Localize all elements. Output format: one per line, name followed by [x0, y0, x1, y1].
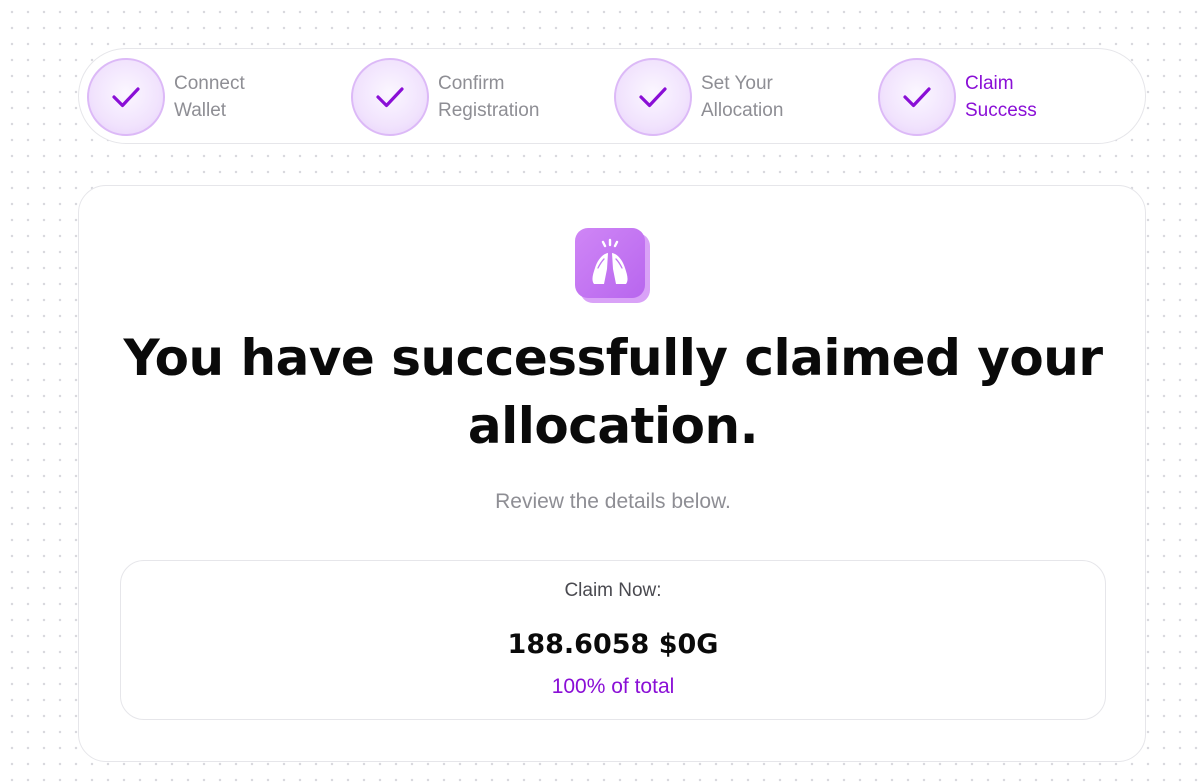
- success-card: You have successfully claimed your alloc…: [78, 185, 1146, 762]
- step-label-active: Claim Success: [965, 70, 1115, 124]
- headline-line-1: You have successfully claimed your: [123, 329, 1103, 387]
- step-label-line2: Wallet: [174, 100, 227, 121]
- step-circle: [614, 58, 692, 136]
- step-label-line2: Success: [965, 100, 1037, 121]
- claim-amount: 188.6058 $0G: [507, 629, 719, 660]
- step-label: Confirm Registration: [438, 70, 588, 124]
- step-confirm-registration: Confirm Registration: [351, 57, 588, 137]
- headline-line-2: allocation.: [467, 397, 759, 455]
- claim-label: Claim Now:: [564, 580, 662, 601]
- step-label-line1: Claim: [965, 73, 1014, 94]
- success-headline: You have successfully claimed your alloc…: [99, 324, 1127, 460]
- checkmark-icon: [376, 87, 404, 108]
- step-label-line1: Confirm: [438, 73, 505, 94]
- step-claim-success: Claim Success: [878, 57, 1115, 137]
- claim-percent: 100% of total: [551, 675, 675, 698]
- step-label: Set Your Allocation: [701, 70, 851, 124]
- high-five-hands-icon: [575, 228, 650, 303]
- step-label-line1: Set Your: [701, 73, 773, 94]
- progress-stepper: Connect Wallet Confirm Registration Set …: [78, 48, 1146, 144]
- step-label-line2: Allocation: [701, 100, 784, 121]
- success-subtext: Review the details below.: [495, 490, 731, 513]
- step-circle: [87, 58, 165, 136]
- step-circle: [351, 58, 429, 136]
- checkmark-icon: [639, 87, 667, 108]
- step-label-line2: Registration: [438, 100, 540, 121]
- step-set-your-allocation: Set Your Allocation: [614, 57, 851, 137]
- step-circle: [878, 58, 956, 136]
- checkmark-icon: [903, 87, 931, 108]
- step-connect-wallet: Connect Wallet: [87, 57, 324, 137]
- step-label: Connect Wallet: [174, 70, 324, 124]
- checkmark-icon: [112, 87, 140, 108]
- claim-summary-box: Claim Now: 188.6058 $0G 100% of total: [120, 560, 1106, 720]
- step-label-line1: Connect: [174, 73, 245, 94]
